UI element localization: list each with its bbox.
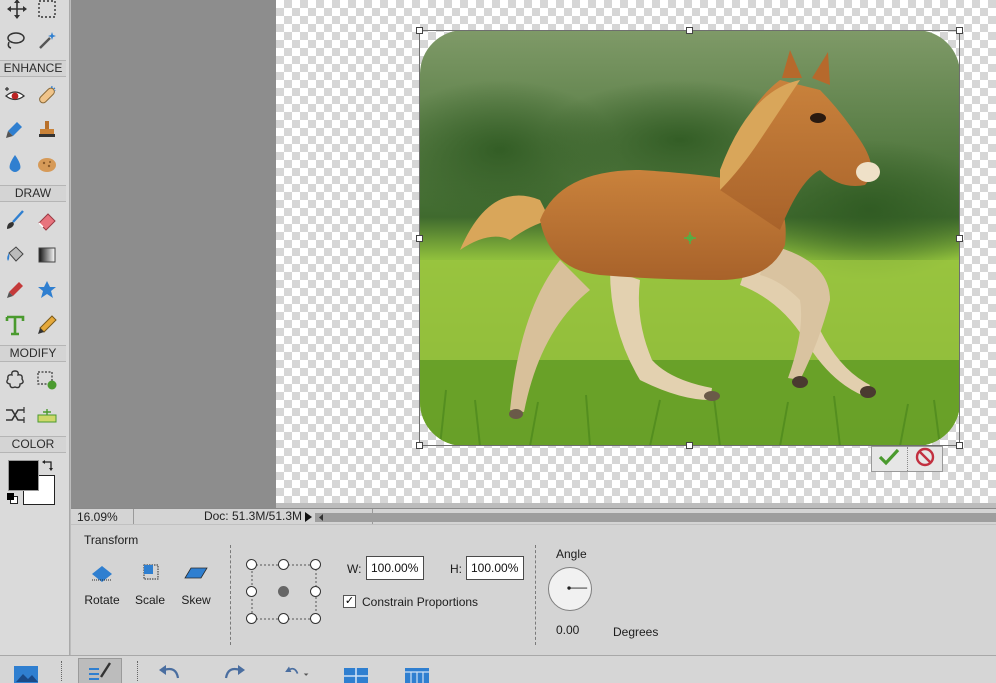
- tool-row-draw-2: [0, 239, 66, 271]
- tool-row-select-1: [0, 0, 66, 24]
- organizer-icon[interactable]: [403, 660, 431, 683]
- layout-icon[interactable]: [342, 660, 370, 683]
- tool-row-modify-1: [0, 364, 66, 396]
- tool-row-draw-1: [0, 204, 66, 236]
- skew-mode-icon: [176, 563, 216, 585]
- width-label: W:: [347, 562, 362, 576]
- marquee-tool-icon[interactable]: [34, 0, 60, 22]
- lasso-tool-icon[interactable]: [2, 27, 28, 53]
- cancel-transform-button[interactable]: [908, 447, 943, 471]
- angle-value: 0.00: [556, 623, 580, 637]
- tool-row-enhance-1: [0, 79, 66, 111]
- options-divider-1: [230, 545, 231, 645]
- brush-icon[interactable]: [2, 207, 28, 233]
- tool-row-draw-3: [0, 274, 66, 306]
- photoshop-elements-window: ENHANCE DRAW MODIFY COLOR 16.09% Doc: 51…: [0, 0, 996, 683]
- toolbox-panel: ENHANCE DRAW MODIFY COLOR: [0, 0, 70, 655]
- rotate-icon[interactable]: [282, 660, 310, 683]
- skew-label: Skew: [181, 593, 211, 607]
- section-modify: MODIFY: [0, 345, 66, 362]
- status-menu-arrow-icon[interactable]: [303, 511, 313, 523]
- redo-icon[interactable]: [220, 660, 248, 683]
- bottom-taskbar: [0, 655, 996, 683]
- constrain-proportions-checkbox[interactable]: ✓: [343, 595, 356, 608]
- cancel-icon: [915, 447, 935, 472]
- width-field[interactable]: 100.00%: [366, 556, 424, 580]
- transform-title: Transform: [84, 533, 139, 547]
- undo-icon[interactable]: [156, 660, 184, 683]
- ref-point-bottom-center[interactable]: [278, 613, 289, 624]
- move-tool-icon[interactable]: [4, 0, 30, 22]
- gradient-icon[interactable]: [34, 242, 60, 268]
- clone-stamp-icon[interactable]: [34, 116, 60, 142]
- paint-bucket-icon[interactable]: [2, 242, 28, 268]
- rotate-button[interactable]: Rotate: [82, 563, 122, 607]
- skew-button[interactable]: Skew: [176, 563, 216, 607]
- scale-button[interactable]: Scale: [130, 563, 170, 607]
- sponge-icon[interactable]: [34, 151, 60, 177]
- smart-brush-icon[interactable]: [2, 116, 28, 142]
- foal-photo-layer[interactable]: [420, 30, 960, 446]
- ref-point-bottom-right[interactable]: [310, 613, 321, 624]
- ref-point-center[interactable]: [278, 586, 289, 597]
- tool-row-modify-2: [0, 399, 66, 431]
- check-icon: [878, 448, 900, 471]
- red-eye-icon[interactable]: [2, 82, 28, 108]
- ref-point-middle-right[interactable]: [310, 586, 321, 597]
- options-divider-2: [535, 545, 536, 645]
- magic-wand-icon[interactable]: [34, 27, 60, 53]
- scale-label: Scale: [134, 593, 166, 607]
- ref-point-top-left[interactable]: [246, 559, 257, 570]
- tool-row-select-2: [0, 24, 66, 56]
- angle-dial[interactable]: [548, 567, 592, 611]
- ref-point-middle-left[interactable]: [246, 586, 257, 597]
- custom-shape-icon[interactable]: [34, 277, 60, 303]
- blur-icon[interactable]: [2, 151, 28, 177]
- taskbar-divider-2: [137, 661, 138, 681]
- ref-point-bottom-left[interactable]: [246, 613, 257, 624]
- tool-options-icon[interactable]: [78, 658, 122, 683]
- angle-unit-label: Degrees: [613, 625, 659, 639]
- transform-commit-bar: [871, 446, 943, 472]
- zoom-level[interactable]: 16.09%: [77, 510, 133, 524]
- type-tool-icon[interactable]: [2, 312, 28, 338]
- eraser-icon[interactable]: [34, 207, 60, 233]
- section-enhance: ENHANCE: [0, 60, 66, 77]
- status-bar: 16.09% Doc: 51.3M/51.3M: [71, 508, 996, 525]
- canvas-pasteboard: [71, 0, 276, 510]
- document-canvas[interactable]: [276, 0, 996, 503]
- section-draw: DRAW: [0, 185, 66, 202]
- color-swatches: [0, 455, 66, 515]
- content-aware-move-icon[interactable]: [2, 402, 28, 428]
- commit-transform-button[interactable]: [872, 447, 908, 471]
- foreground-color-swatch[interactable]: [8, 460, 39, 491]
- height-label: H:: [450, 562, 462, 576]
- rotate-mode-icon: [82, 563, 122, 585]
- photo-bin-icon[interactable]: [12, 660, 40, 683]
- horizontal-scrollbar[interactable]: [315, 513, 996, 522]
- pencil-icon[interactable]: [34, 312, 60, 338]
- spot-healing-icon[interactable]: [34, 82, 60, 108]
- rotate-label: Rotate: [84, 593, 120, 607]
- eyedropper-icon[interactable]: [2, 277, 28, 303]
- tool-row-draw-4: [0, 309, 66, 341]
- default-colors-icon[interactable]: [7, 493, 19, 505]
- tool-options-panel: Transform Rotate Scale Skew W: 100.00% H…: [71, 524, 996, 655]
- angle-label: Angle: [556, 547, 587, 561]
- constrain-proportions-label: Constrain Proportions: [362, 595, 479, 609]
- height-field[interactable]: 100.00%: [466, 556, 524, 580]
- section-color: COLOR: [0, 436, 66, 453]
- reference-point-locator[interactable]: [246, 559, 322, 625]
- straighten-icon[interactable]: [34, 402, 60, 428]
- tool-row-enhance-3: [0, 148, 66, 180]
- recompose-icon[interactable]: [34, 367, 60, 393]
- swap-colors-icon[interactable]: [41, 459, 55, 473]
- ref-point-top-right[interactable]: [310, 559, 321, 570]
- scale-mode-icon: [130, 563, 170, 585]
- taskbar-divider-1: [61, 661, 62, 681]
- cookie-cutter-icon[interactable]: [2, 367, 28, 393]
- tool-row-enhance-2: [0, 113, 66, 145]
- ref-point-top-center[interactable]: [278, 559, 289, 570]
